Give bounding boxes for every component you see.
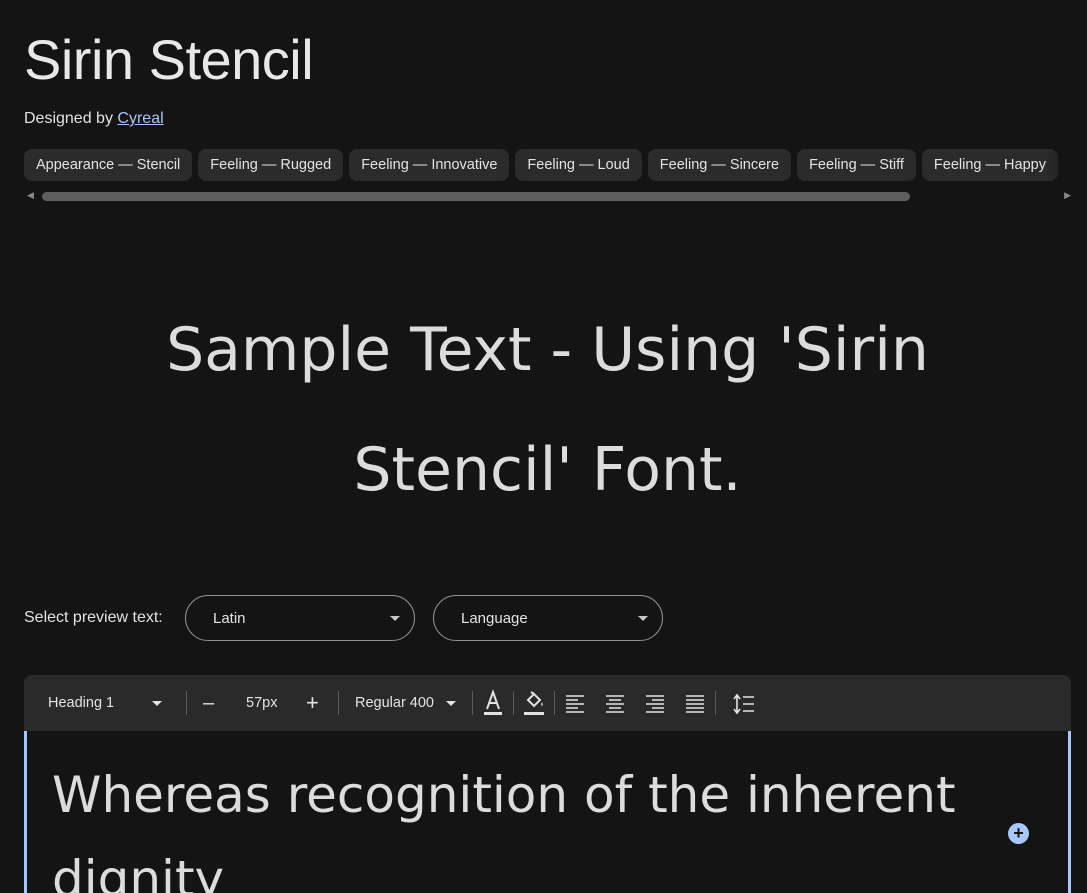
font-weight-value: Regular 400 bbox=[355, 695, 434, 711]
decrease-size-button[interactable]: – bbox=[203, 675, 214, 731]
chevron-down-icon bbox=[446, 701, 456, 706]
fill-bucket-icon bbox=[524, 691, 544, 715]
toolbar-divider bbox=[554, 691, 555, 715]
line-height-button[interactable] bbox=[733, 675, 755, 731]
align-center-icon bbox=[606, 695, 624, 713]
tag-chip[interactable]: Feeling — Sincere bbox=[647, 149, 792, 181]
script-select[interactable]: Latin bbox=[185, 595, 415, 641]
align-left-button[interactable] bbox=[565, 675, 585, 731]
scroll-left-arrow-icon[interactable]: ◀ bbox=[27, 190, 34, 201]
tag-chip[interactable]: Feeling — Stiff bbox=[797, 149, 916, 181]
chevron-down-icon bbox=[638, 616, 648, 621]
preview-text-label: Select preview text: bbox=[24, 609, 163, 626]
line-spacing-icon bbox=[733, 693, 754, 715]
increase-size-button[interactable]: + bbox=[306, 675, 319, 731]
tag-list: Appearance — Stencil Feeling — Rugged Feel… bbox=[24, 149, 1087, 181]
language-select[interactable]: Language bbox=[433, 595, 663, 641]
text-style-value: Heading 1 bbox=[48, 695, 115, 711]
script-select-value: Latin bbox=[213, 610, 246, 627]
tag-chip[interactable]: Feeling — Rugged bbox=[198, 149, 344, 181]
designer-line: Designed by Cyreal bbox=[24, 110, 164, 128]
toolbar-divider bbox=[186, 691, 187, 715]
editor-toolbar: Heading 1 – 57px + Regular 400 bbox=[24, 675, 1071, 731]
horizontal-scrollbar[interactable] bbox=[42, 192, 910, 201]
align-center-button[interactable] bbox=[605, 675, 625, 731]
align-justify-button[interactable] bbox=[685, 675, 705, 731]
text-color-icon bbox=[484, 688, 502, 715]
toolbar-divider bbox=[472, 691, 473, 715]
chevron-down-icon bbox=[152, 701, 162, 706]
toolbar-divider bbox=[715, 691, 716, 715]
scroll-right-arrow-icon[interactable]: ▶ bbox=[1064, 190, 1071, 201]
tag-chip[interactable]: Feeling — Loud bbox=[515, 149, 642, 181]
preview-editor[interactable]: Whereas recognition of the inherent dign… bbox=[24, 731, 1071, 893]
toolbar-divider bbox=[513, 691, 514, 715]
add-icon[interactable]: + bbox=[1008, 823, 1029, 844]
editor-text[interactable]: Whereas recognition of the inherent dign… bbox=[52, 753, 972, 893]
language-select-value: Language bbox=[461, 610, 528, 627]
align-left-icon bbox=[566, 695, 584, 713]
align-right-button[interactable] bbox=[645, 675, 665, 731]
tag-chip[interactable]: Feeling — Innovative bbox=[349, 149, 510, 181]
designed-by-label: Designed by bbox=[24, 110, 113, 127]
toolbar-divider bbox=[338, 691, 339, 715]
font-title: Sirin Stencil bbox=[24, 28, 314, 91]
tags-fade bbox=[1047, 149, 1087, 181]
chevron-down-icon bbox=[390, 616, 400, 621]
font-size-value[interactable]: 57px bbox=[246, 675, 277, 731]
text-style-select[interactable]: Heading 1 bbox=[48, 675, 168, 731]
tag-chip[interactable]: Feeling — Happy bbox=[921, 149, 1058, 181]
tag-chip[interactable]: Appearance — Stencil bbox=[24, 149, 193, 181]
designer-link[interactable]: Cyreal bbox=[117, 110, 163, 127]
highlight-color-button[interactable] bbox=[522, 675, 546, 731]
text-color-button[interactable] bbox=[482, 675, 504, 731]
sample-text: Sample Text - Using 'Sirin Stencil' Font… bbox=[166, 315, 929, 505]
align-right-icon bbox=[646, 695, 664, 713]
align-justify-icon bbox=[686, 695, 704, 713]
font-weight-select[interactable]: Regular 400 bbox=[355, 675, 465, 731]
